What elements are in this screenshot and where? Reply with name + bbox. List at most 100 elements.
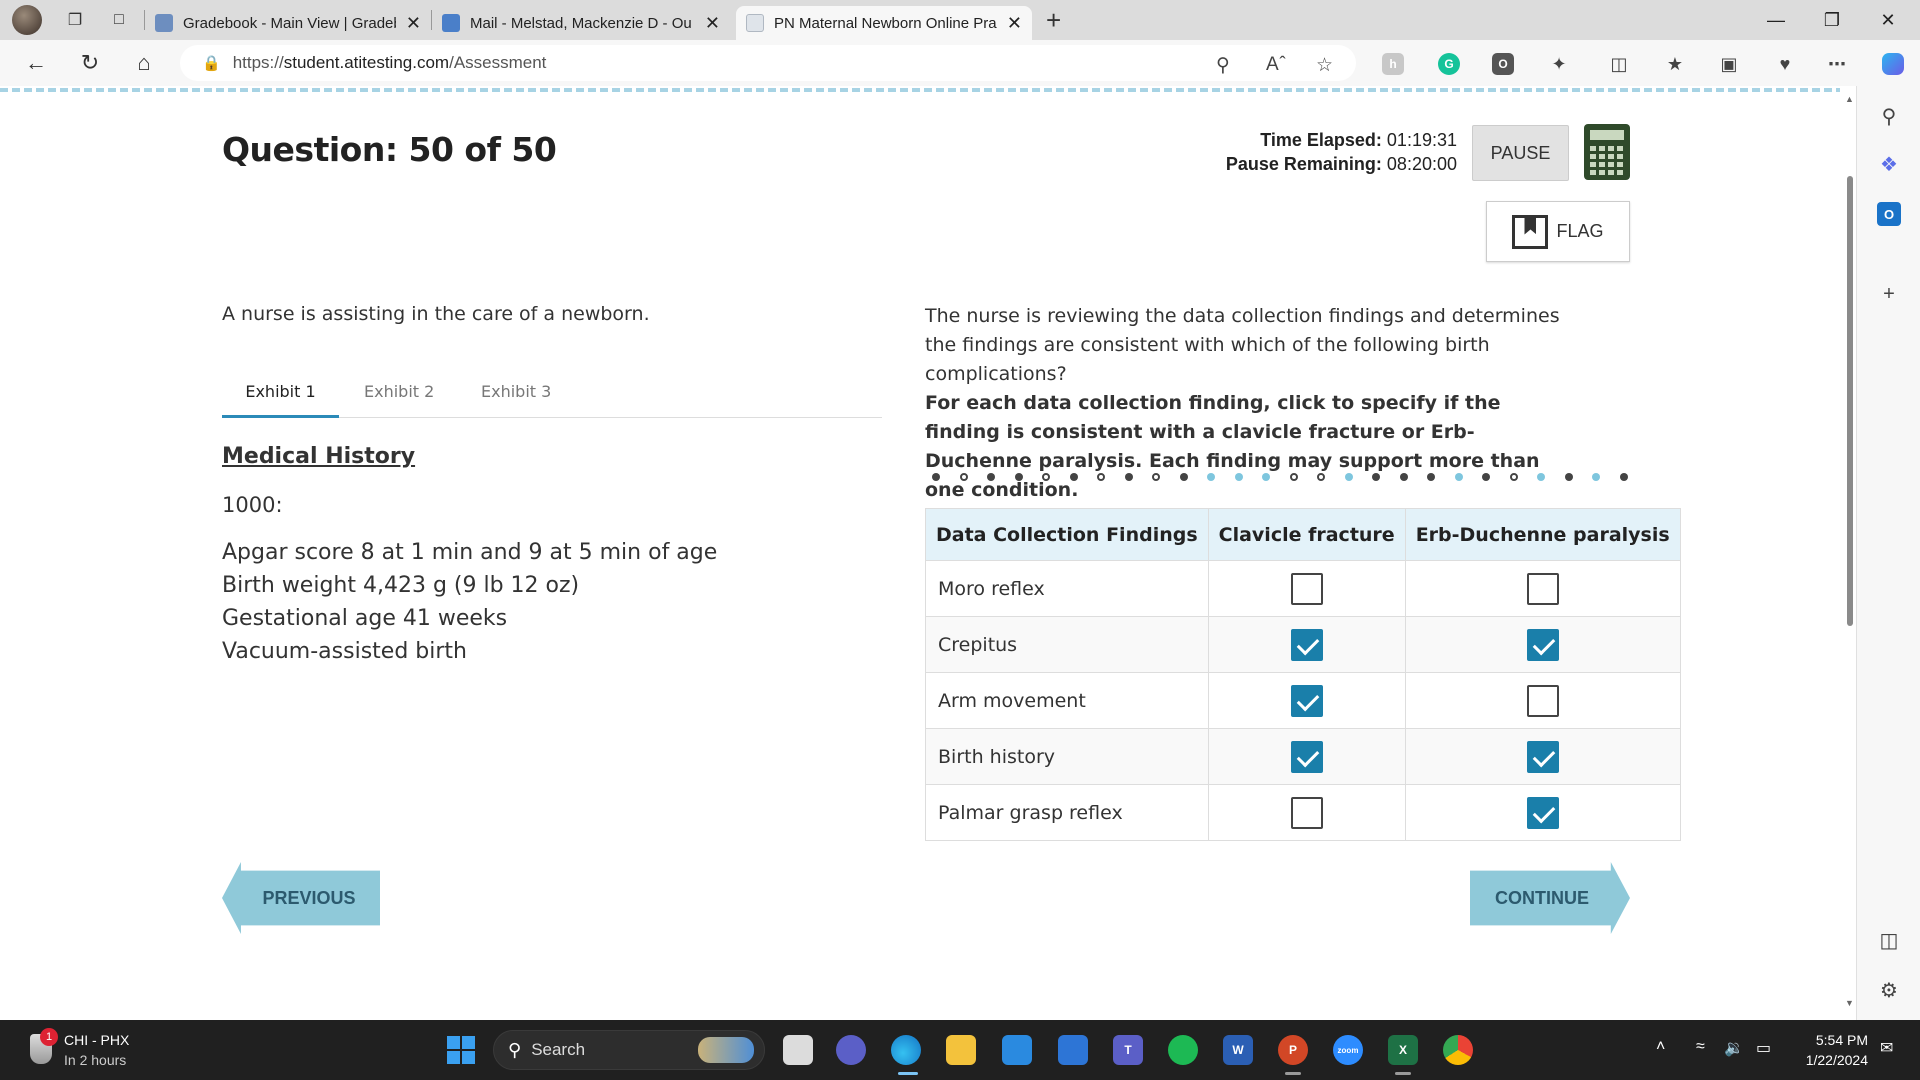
tab-exhibit-3[interactable]: Exhibit 3 [481,376,551,418]
show-hidden-icons[interactable]: ˄ [1656,1038,1665,1056]
powerpoint-indicator [1285,1072,1301,1075]
taskbar-search[interactable]: ⚲ Search [493,1030,765,1070]
previous-button[interactable]: PREVIOUS [222,862,380,934]
excel-icon[interactable]: X [1388,1035,1418,1065]
zoom-icon[interactable]: zoom [1333,1035,1363,1065]
question-stem: The nurse is reviewing the data collecti… [925,305,1560,385]
extensions-puzzle-icon[interactable]: ✦ [1548,53,1570,75]
flag-button[interactable]: FLAG [1486,201,1630,262]
clavicle-checkbox[interactable] [1290,740,1323,773]
search-highlight-icon [698,1037,754,1063]
browser-essentials-icon[interactable]: ♥ [1774,53,1796,75]
weather-widget[interactable]: 1 CHI - PHX In 2 hours [30,1028,140,1072]
minimize-icon[interactable]: — [1748,0,1804,40]
mail-icon[interactable] [1002,1035,1032,1065]
outlook-extension-icon[interactable]: O [1492,53,1514,75]
volume-icon[interactable]: 🔉 [1724,1038,1744,1058]
zoom-icon[interactable]: ⚲ [1216,54,1230,77]
extension-h-icon[interactable]: h [1382,53,1404,75]
scroll-down-icon[interactable]: ▼ [1845,998,1854,1008]
collections-icon[interactable]: ▣ [1718,53,1740,75]
flag-label: FLAG [1556,221,1604,241]
start-windows-icon[interactable] [447,1036,475,1064]
erb-checkbox[interactable] [1526,740,1559,773]
progress-dot [1344,473,1353,481]
taskbar-clock[interactable]: 5:54 PM 1/22/2024 [1788,1030,1868,1070]
progress-dot [1207,473,1215,481]
new-tab-icon[interactable]: + [1046,5,1061,36]
question-title: Question: 50 of 50 [222,130,557,169]
wifi-icon[interactable]: ≈ [1696,1038,1705,1056]
progress-dot [932,473,940,481]
url-field[interactable]: 🔒 https://student.atitesting.com/Assessm… [180,45,1356,81]
clavicle-checkbox[interactable] [1290,684,1323,717]
erb-checkbox[interactable] [1526,628,1559,661]
sidebar-toggle-icon[interactable]: ◫ [1877,928,1901,952]
page-scrollbar[interactable]: ▲ ▼ [1844,94,1856,1010]
close-window-icon[interactable]: ✕ [1860,0,1916,40]
tab-actions-icon[interactable]: □ [108,9,130,31]
battery-icon[interactable]: ▭ [1756,1038,1771,1058]
read-aloud-icon[interactable]: A ̂ [1266,54,1282,76]
scroll-thumb[interactable] [1847,176,1853,626]
progress-dot [1042,473,1050,481]
clavicle-checkbox[interactable] [1290,796,1323,829]
workspaces-icon[interactable]: ❐ [64,9,86,31]
browser-tab-pn-maternal[interactable]: PN Maternal Newborn Online Pra ✕ [736,6,1032,40]
notifications-icon[interactable]: ✉ [1880,1038,1893,1058]
browser-tab-mail[interactable]: Mail - Melstad, Mackenzie D - Ou ✕ [432,6,730,40]
home-icon[interactable]: ⌂ [126,45,162,81]
split-screen-icon[interactable]: ◫ [1608,53,1630,75]
settings-more-icon[interactable]: ⋯ [1826,53,1848,75]
calendar-icon[interactable] [1058,1035,1088,1065]
calculator-icon[interactable] [1584,124,1630,180]
clavicle-checkbox[interactable] [1290,572,1323,605]
grammarly-icon[interactable]: G [1438,53,1460,75]
back-icon[interactable]: ← [18,45,54,81]
close-tab-icon[interactable]: ✕ [1007,13,1022,34]
powerpoint-icon[interactable]: P [1278,1035,1308,1065]
favorite-star-icon[interactable]: ☆ [1316,54,1333,77]
progress-dot [1317,473,1325,481]
finding-label: Birth history [925,728,1209,785]
edge-active-indicator [898,1072,918,1075]
continue-button[interactable]: CONTINUE [1470,862,1630,934]
scroll-up-icon[interactable]: ▲ [1845,94,1854,104]
erb-checkbox[interactable] [1526,684,1559,717]
erb-checkbox[interactable] [1526,796,1559,829]
question-instruction: For each data collection finding, click … [925,392,1540,501]
spotify-icon[interactable] [1168,1035,1198,1065]
notification-badge: 1 [40,1028,58,1046]
browser-tab-gradebook[interactable]: Gradebook - Main View | Gradeb ✕ [145,6,431,40]
search-icon[interactable]: ⚲ [1877,104,1901,128]
favorites-icon[interactable]: ★ [1664,53,1686,75]
clavicle-checkbox[interactable] [1290,628,1323,661]
history-item: Apgar score 8 at 1 min and 9 at 5 min of… [222,540,718,565]
pause-button[interactable]: PAUSE [1472,125,1569,181]
erb-checkbox[interactable] [1526,572,1559,605]
sidebar-settings-icon[interactable]: ⚙ [1877,978,1901,1002]
word-icon[interactable]: W [1223,1035,1253,1065]
close-tab-icon[interactable]: ✕ [705,13,720,34]
lock-icon[interactable]: 🔒 [202,54,221,72]
tab-exhibit-2[interactable]: Exhibit 2 [364,376,434,418]
tab-exhibit-1[interactable]: Exhibit 1 [222,376,339,418]
edge-icon[interactable] [891,1035,921,1065]
profile-avatar[interactable] [12,5,42,35]
add-sidebar-icon[interactable]: + [1877,282,1901,306]
pause-remaining-label: Pause Remaining: [1225,154,1382,174]
copilot-icon[interactable] [1882,53,1904,75]
chrome-icon[interactable] [1443,1035,1473,1065]
outlook-sidebar-icon[interactable]: O [1877,202,1901,226]
refresh-icon[interactable]: ↻ [72,45,108,81]
teams-icon[interactable]: T [1113,1035,1143,1065]
history-item: Gestational age 41 weeks [222,606,508,631]
file-explorer-icon[interactable] [946,1035,976,1065]
close-tab-icon[interactable]: ✕ [406,13,421,34]
teams-chat-icon[interactable] [836,1035,866,1065]
copilot-sidebar-icon[interactable]: ❖ [1877,152,1901,176]
finding-label: Moro reflex [925,560,1209,617]
restore-icon[interactable]: ❐ [1804,0,1860,40]
erb-cell [1404,728,1681,785]
taskview-icon[interactable] [783,1035,813,1065]
